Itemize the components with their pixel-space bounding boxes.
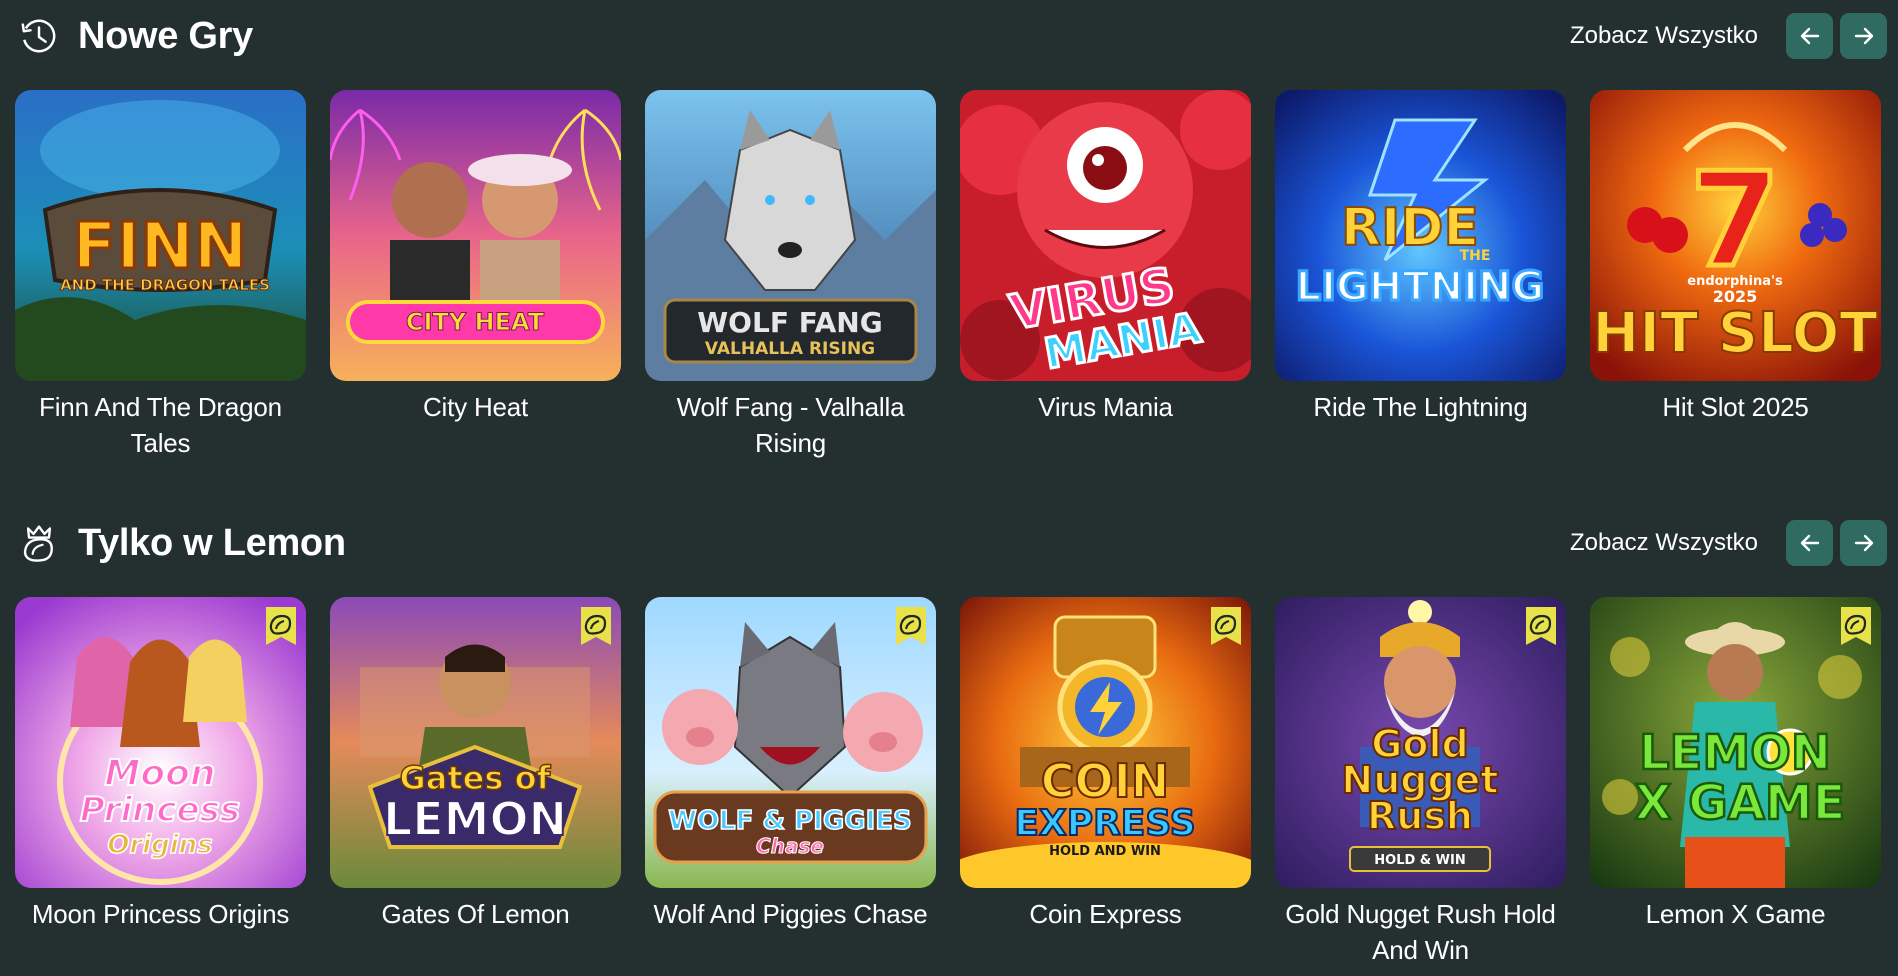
game-artwork: CITY HEAT (330, 90, 621, 381)
game-card-finn[interactable]: FINN AND THE DRAGON TALES Finn And The D… (15, 90, 306, 461)
game-artwork: COIN EXPRESS HOLD AND WIN (960, 597, 1251, 888)
next-button[interactable] (1840, 520, 1887, 566)
art-subtitle: Chase (756, 834, 824, 858)
game-artwork: WOLF FANG VALHALLA RISING (645, 90, 936, 381)
art-title: COIN (1041, 754, 1169, 808)
game-artwork: VIRUS MANIA (960, 90, 1251, 381)
game-thumbnail[interactable]: FINN AND THE DRAGON TALES (15, 90, 306, 381)
clock-icon (21, 19, 56, 53)
next-button[interactable] (1840, 13, 1887, 59)
arrow-right-icon (1854, 27, 1873, 45)
lemon-exclusive-badge-icon (581, 607, 611, 645)
lemon-exclusive-badge-icon (266, 607, 296, 645)
game-title[interactable]: Hit Slot 2025 (1590, 389, 1881, 425)
art-title: WOLF FANG (697, 306, 882, 339)
art-line2: EXPRESS (1014, 803, 1195, 844)
art-title: HIT SLOT (1592, 301, 1877, 366)
game-card-gates-of-lemon[interactable]: Gates of LEMON Gates Of Lemon (330, 597, 621, 932)
game-title[interactable]: Wolf And Piggies Chase (645, 896, 936, 932)
game-title[interactable]: Ride The Lightning (1275, 389, 1566, 425)
game-thumbnail[interactable]: VIRUS MANIA (960, 90, 1251, 381)
game-thumbnail[interactable]: Gold Nugget Rush HOLD & WIN (1275, 597, 1566, 888)
game-thumbnail[interactable]: CITY HEAT (330, 90, 621, 381)
game-artwork: FINN AND THE DRAGON TALES (15, 90, 306, 381)
game-artwork: Moon Princess Origins (15, 597, 306, 888)
game-thumbnail[interactable]: COIN EXPRESS HOLD AND WIN (960, 597, 1251, 888)
lemon-exclusive-badge-icon (1526, 607, 1556, 645)
art-subtitle: LEMON (383, 792, 567, 846)
game-card-lemon-x-game[interactable]: LEMON X GAME Lemon X Game (1590, 597, 1881, 932)
section-title: Nowe Gry (78, 15, 253, 57)
game-thumbnail[interactable]: WOLF & PIGGIES Chase (645, 597, 936, 888)
art-title: CITY HEAT (406, 308, 545, 336)
section-header: Nowe Gry Zobacz Wszystko (0, 0, 1898, 72)
lemon-exclusive-badge-icon (1841, 607, 1871, 645)
game-artwork: WOLF & PIGGIES Chase (645, 597, 936, 888)
game-title[interactable]: Gold Nugget Rush Hold And Win (1275, 896, 1566, 968)
game-thumbnail[interactable]: Moon Princess Origins (15, 597, 306, 888)
game-card-moon-princess[interactable]: Moon Princess Origins Moon Princess Orig… (15, 597, 306, 932)
game-title[interactable]: Moon Princess Origins (15, 896, 306, 932)
lemon-exclusive-badge-icon (1211, 607, 1241, 645)
game-artwork: Gold Nugget Rush HOLD & WIN (1275, 597, 1566, 888)
arrow-left-icon (1800, 27, 1819, 45)
game-card-gold-nugget-rush[interactable]: Gold Nugget Rush HOLD & WIN Gold Nugget … (1275, 597, 1566, 968)
art-subtitle: AND THE DRAGON TALES (60, 276, 270, 294)
game-artwork: RIDE THE LIGHTNING (1275, 90, 1566, 381)
game-title[interactable]: Wolf Fang - Valhalla Rising (645, 389, 936, 461)
art-title: FINN (73, 210, 248, 284)
art-subtitle: HOLD AND WIN (1049, 844, 1161, 859)
art-subtitle: X GAME (1635, 775, 1846, 831)
see-all-link[interactable]: Zobacz Wszystko (1570, 529, 1758, 557)
prev-button[interactable] (1786, 13, 1833, 59)
art-title: WOLF & PIGGIES (668, 806, 911, 836)
lemon-crown-icon (23, 525, 53, 562)
game-title[interactable]: Finn And The Dragon Tales (15, 389, 306, 461)
art-title: RIDE (1341, 198, 1479, 258)
art-tag: HOLD & WIN (1374, 853, 1465, 868)
art-subtitle: LIGHTNING (1296, 264, 1545, 310)
game-thumbnail[interactable]: RIDE THE LIGHTNING (1275, 90, 1566, 381)
art-title: Moon (105, 753, 216, 794)
game-card-wolf-piggies[interactable]: WOLF & PIGGIES Chase Wolf And Piggies Ch… (645, 597, 936, 932)
art-connector: THE (1460, 248, 1491, 264)
game-card-city-heat[interactable]: CITY HEAT City Heat (330, 90, 621, 425)
art-line2: Princess (80, 790, 240, 830)
game-card-hit-slot[interactable]: 7 endorphina's 2025 HIT SLOT Hit Slot 20… (1590, 90, 1881, 425)
prev-button[interactable] (1786, 520, 1833, 566)
game-thumbnail[interactable]: Gates of LEMON (330, 597, 621, 888)
game-card-virus-mania[interactable]: VIRUS MANIA Virus Mania (960, 90, 1251, 425)
game-thumbnail[interactable]: 7 endorphina's 2025 HIT SLOT (1590, 90, 1881, 381)
arrow-right-icon (1854, 534, 1873, 552)
art-subtitle: Rush (1367, 794, 1473, 838)
game-title[interactable]: City Heat (330, 389, 621, 425)
art-subtitle: Origins (107, 830, 212, 860)
game-artwork: Gates of LEMON (330, 597, 621, 888)
arrow-left-icon (1800, 534, 1819, 552)
game-card-wolf-fang[interactable]: WOLF FANG VALHALLA RISING Wolf Fang - Va… (645, 90, 936, 461)
art-subtitle: VALHALLA RISING (705, 339, 875, 359)
game-title[interactable]: Lemon X Game (1590, 896, 1881, 932)
lemon-exclusive-badge-icon (896, 607, 926, 645)
game-title[interactable]: Gates Of Lemon (330, 896, 621, 932)
see-all-link[interactable]: Zobacz Wszystko (1570, 22, 1758, 50)
section-header: Tylko w Lemon Zobacz Wszystko (0, 507, 1898, 579)
game-card-ride-the-lightning[interactable]: RIDE THE LIGHTNING Ride The Lightning (1275, 90, 1566, 425)
game-artwork: LEMON X GAME (1590, 597, 1881, 888)
game-thumbnail[interactable]: WOLF FANG VALHALLA RISING (645, 90, 936, 381)
game-card-coin-express[interactable]: COIN EXPRESS HOLD AND WIN Coin Express (960, 597, 1251, 932)
art-title: LEMON (1639, 725, 1831, 781)
game-title[interactable]: Coin Express (960, 896, 1251, 932)
game-thumbnail[interactable]: LEMON X GAME (1590, 597, 1881, 888)
section-title: Tylko w Lemon (78, 522, 346, 564)
game-artwork: 7 endorphina's 2025 HIT SLOT (1590, 90, 1881, 381)
game-title[interactable]: Virus Mania (960, 389, 1251, 425)
